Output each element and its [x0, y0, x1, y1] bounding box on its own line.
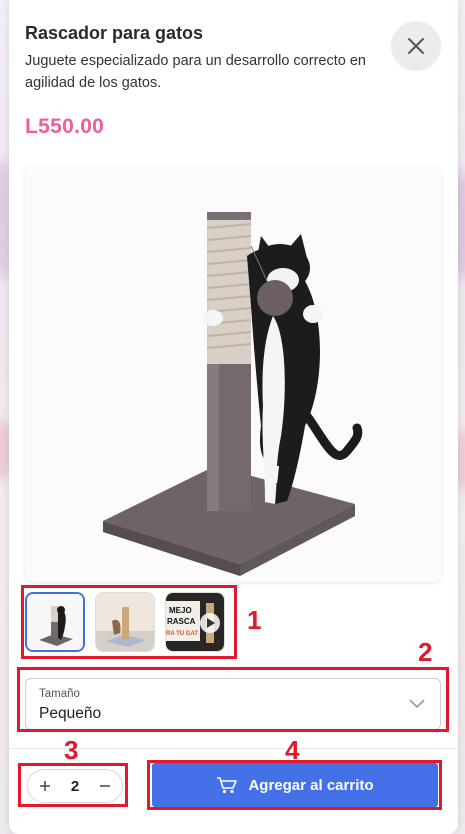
size-select[interactable]: Tamaño Pequeño [25, 678, 441, 730]
increment-button[interactable] [36, 777, 54, 795]
annotation-label-2: 2 [418, 637, 433, 667]
annotation-label-1: 1 [247, 605, 262, 635]
close-button[interactable] [391, 21, 441, 71]
quantity-value: 2 [70, 777, 80, 795]
annotation-label-4: 4 [285, 735, 300, 765]
cat-tree-thumb-icon [27, 594, 83, 650]
thumbnail-strip: MEJO RASCA RA TU GAT [25, 592, 225, 654]
svg-text:RA TU GAT: RA TU GAT [166, 631, 198, 637]
decrement-button[interactable] [96, 777, 114, 795]
product-price: L550.00 [25, 115, 105, 138]
thumbnail-3-video[interactable]: MEJO RASCA RA TU GAT [165, 592, 225, 652]
cat-scratcher-image [25, 166, 441, 582]
add-to-cart-button[interactable]: Agregar al carrito [152, 763, 438, 807]
thumbnail-2[interactable] [95, 592, 155, 652]
svg-text:MEJO: MEJO [169, 606, 192, 615]
video-thumb-icon: MEJO RASCA RA TU GAT [166, 593, 224, 651]
product-title: Rascador para gatos [25, 23, 204, 43]
chevron-down-icon [409, 699, 425, 709]
product-main-image[interactable] [25, 166, 441, 582]
size-select-value: Pequeño [39, 705, 102, 722]
plus-icon [40, 781, 50, 791]
cart-icon [217, 777, 238, 794]
cat-tree-room-thumb-icon [96, 593, 154, 651]
size-select-label: Tamaño [39, 688, 80, 700]
svg-text:RASCA: RASCA [167, 617, 196, 626]
thumbnail-1[interactable] [25, 592, 85, 652]
add-to-cart-label: Agregar al carrito [248, 776, 374, 794]
close-icon [408, 38, 424, 54]
minus-icon [100, 785, 110, 787]
product-description: Juguete especializado para un desarrollo… [25, 53, 366, 91]
annotation-label-3: 3 [64, 735, 79, 765]
quantity-stepper: 2 [27, 769, 123, 803]
